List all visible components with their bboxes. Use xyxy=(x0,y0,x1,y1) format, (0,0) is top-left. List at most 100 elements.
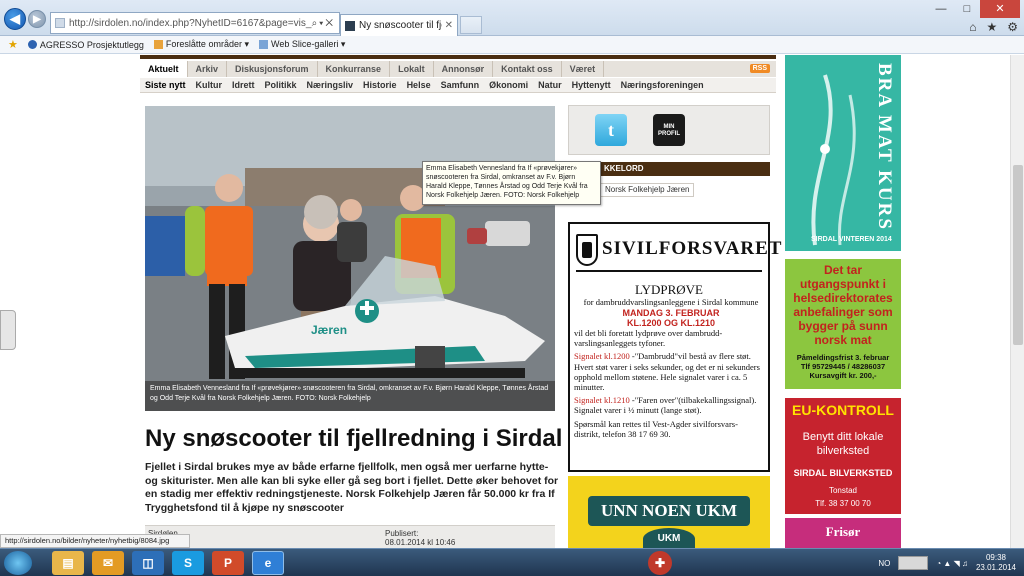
favorite-label: Foreslåtte områder ▾ xyxy=(165,39,249,49)
page-scrollbar[interactable] xyxy=(1010,55,1024,548)
photo-caption: Emma Elisabeth Vennesland fra If «prøvek… xyxy=(145,381,555,411)
nav-item-lokalt[interactable]: Lokalt xyxy=(390,61,434,77)
subnav-helse[interactable]: Helse xyxy=(402,80,436,90)
status-bar-url: http://sirdolen.no/bilder/nyheter/nyhetb… xyxy=(0,534,190,548)
social-links: t MIN PROFIL xyxy=(568,105,770,155)
published-date: 08.01.2014 kl 10:46 xyxy=(385,538,456,547)
maximize-icon[interactable]: □ xyxy=(954,0,980,18)
subnav-idrett[interactable]: Idrett xyxy=(227,80,260,90)
keyword-tag[interactable]: Norsk Folkehjelp Jæren xyxy=(600,183,695,197)
new-tab-button[interactable] xyxy=(460,16,482,34)
sf-signal-1: Signalet kl.1200 -"Dambrudd"vil bestå av… xyxy=(574,351,764,392)
powerpoint-icon[interactable]: P xyxy=(212,551,244,575)
explorer-folder-icon[interactable]: ▤ xyxy=(52,551,84,575)
app-red-icon[interactable]: ✚ xyxy=(648,551,672,575)
site-favicon-icon xyxy=(55,18,65,28)
nav-item-aktuelt[interactable]: Aktuelt xyxy=(140,61,188,77)
address-url[interactable]: http://sirdolen.no/index.php?NyhetID=616… xyxy=(69,18,312,29)
frisor-title: Frisør xyxy=(825,524,861,539)
subnav-okonomi[interactable]: Økonomi xyxy=(484,80,533,90)
skype-icon[interactable]: S xyxy=(172,551,204,575)
my-profile-icon[interactable]: MIN PROFIL xyxy=(653,114,685,146)
web-slice-icon xyxy=(258,40,268,49)
subnav-historie[interactable]: Historie xyxy=(358,80,402,90)
subnav-naeringsliv[interactable]: Næringsliv xyxy=(302,80,359,90)
sivilforsvaret-logo-icon xyxy=(576,234,598,266)
favorites-star-icon[interactable]: ★ xyxy=(986,20,997,34)
sf-contact: Spørsmål kan rettes til Vest-Agder sivil… xyxy=(574,418,738,439)
sf-date: MANDAG 3. FEBRUAR KL.1200 OG KL.1210 xyxy=(574,308,768,328)
nav-item-diskusjonsforum[interactable]: Diskusjonsforum xyxy=(227,61,318,77)
back-button[interactable]: ◀ xyxy=(4,8,26,30)
bra-mat-info[interactable]: Det tar utgangspunkt i helsedirektorates… xyxy=(785,259,901,389)
address-bar[interactable]: http://sirdolen.no/index.php?NyhetID=616… xyxy=(50,12,340,34)
favorite-agresso[interactable]: AGRESSO Prosjektutlegg xyxy=(27,40,144,50)
outlook-icon[interactable]: ✉ xyxy=(92,551,124,575)
favorites-bar: ★ AGRESSO Prosjektutlegg Foreslåtte områ… xyxy=(0,36,1024,54)
nav-item-annonsor[interactable]: Annonsør xyxy=(434,61,494,77)
agresso-icon xyxy=(27,40,37,49)
ukm-ad[interactable]: UNN NOEN UKM UKM xyxy=(568,476,770,548)
network-icon[interactable]: ◫ xyxy=(132,551,164,575)
frisor-ad[interactable]: Frisør xyxy=(785,518,901,548)
clock[interactable]: 09:38 23.01.2014 xyxy=(976,553,1016,573)
twitter-icon[interactable]: t xyxy=(595,114,627,146)
site-header-bar xyxy=(140,55,776,59)
browser-chrome: ◀ ▶ http://sirdolen.no/index.php?NyhetID… xyxy=(0,0,1024,36)
close-window-icon[interactable]: ✕ xyxy=(980,0,1020,18)
ukm-badge: UKM xyxy=(643,528,695,548)
suggested-sites-icon xyxy=(153,40,163,49)
address-tools-icon[interactable]: ⌕▾✕ xyxy=(312,18,339,29)
nav-item-arkiv[interactable]: Arkiv xyxy=(188,61,228,77)
subnav-kultur[interactable]: Kultur xyxy=(191,80,228,90)
internet-explorer-icon[interactable]: e xyxy=(252,551,284,575)
bra-mat-footer: Påmeldingsfrist 3. februar Tlf 95729445 … xyxy=(789,353,897,380)
home-icon[interactable]: ⌂ xyxy=(969,20,976,34)
bra-mat-fee: Kursavgift kr. 200,- xyxy=(809,371,877,380)
nav-item-vaeret[interactable]: Været xyxy=(562,61,605,77)
tray-icons[interactable]: ◔ ▲ ◥ ♫ xyxy=(936,559,968,568)
sf-title: SIVILFORSVARET xyxy=(602,238,783,259)
favorite-web-slice[interactable]: Web Slice-galleri ▾ xyxy=(258,39,346,50)
clock-time: 09:38 xyxy=(985,553,1006,562)
favorites-star-icon[interactable]: ★ xyxy=(8,38,18,51)
bra-mat-deadline: Påmeldingsfrist 3. februar xyxy=(796,353,890,362)
sf-purpose: for dambruddvarslingsanleggene i Sirdal … xyxy=(583,297,759,307)
favorite-suggested-sites[interactable]: Foreslåtte områder ▾ xyxy=(153,39,249,50)
tab-close-icon[interactable]: ✕ xyxy=(445,20,453,31)
scroll-thumb[interactable] xyxy=(1013,165,1023,345)
subnav-samfunn[interactable]: Samfunn xyxy=(436,80,485,90)
sf-signal-2-label: Signalet kl.1210 xyxy=(574,395,630,406)
sivilforsvaret-ad[interactable]: SIVILFORSVARET LYDPRØVE for dambruddvars… xyxy=(568,222,781,472)
article-photo[interactable]: Jæren xyxy=(145,106,555,411)
eu-kontroll-ad[interactable]: EU-KONTROLL Benytt ditt lokale bilverkst… xyxy=(785,398,901,514)
subnav-hyttenytt[interactable]: Hyttenytt xyxy=(567,80,616,90)
forward-button[interactable]: ▶ xyxy=(28,10,46,28)
sf-subtitle: LYDPRØVE xyxy=(634,282,704,297)
tab-favicon-icon xyxy=(345,20,355,31)
sf-date-day: MANDAG 3. FEBRUAR xyxy=(622,308,720,318)
system-tray: NO ◔ ▲ ◥ ♫ 09:38 23.01.2014 xyxy=(878,549,1016,576)
photo-illustration: Jæren xyxy=(145,106,555,411)
bra-mat-kurs-ad[interactable]: BRA MAT KURS SIRDAL VINTEREN 2014 xyxy=(785,55,901,251)
subnav-politikk[interactable]: Politikk xyxy=(260,80,302,90)
sf-intro: vil det bli foretatt lydprøve over dambr… xyxy=(574,328,723,349)
browser-tab-active[interactable]: Ny snøscooter til fjellrednin... ✕ xyxy=(340,14,458,36)
minimize-icon[interactable]: — xyxy=(928,0,954,18)
tray-input-box[interactable] xyxy=(898,556,929,570)
settings-gear-icon[interactable]: ⚙ xyxy=(1007,20,1018,34)
start-button[interactable] xyxy=(4,551,32,575)
language-indicator[interactable]: NO xyxy=(878,559,890,568)
browser-toolbar-icons: ⌂ ★ ⚙ xyxy=(969,20,1018,34)
article-headline: Ny snøscooter til fjellredning i Sirdal xyxy=(145,425,563,452)
side-panel-grip[interactable] xyxy=(0,310,16,350)
subnav-siste-nytt[interactable]: Siste nytt xyxy=(140,80,191,90)
eu-phone: Tlf. 38 37 00 70 xyxy=(815,499,871,508)
tab-title: Ny snøscooter til fjellrednin... xyxy=(359,20,442,31)
subnav-naeringsforeningen[interactable]: Næringsforeningen xyxy=(616,80,709,90)
favorite-label: Web Slice-galleri ▾ xyxy=(270,39,346,49)
rss-button[interactable]: RSS xyxy=(749,64,770,73)
nav-item-kontakt[interactable]: Kontakt oss xyxy=(493,61,562,77)
nav-item-konkurranse[interactable]: Konkurranse xyxy=(318,61,391,77)
subnav-natur[interactable]: Natur xyxy=(533,80,567,90)
